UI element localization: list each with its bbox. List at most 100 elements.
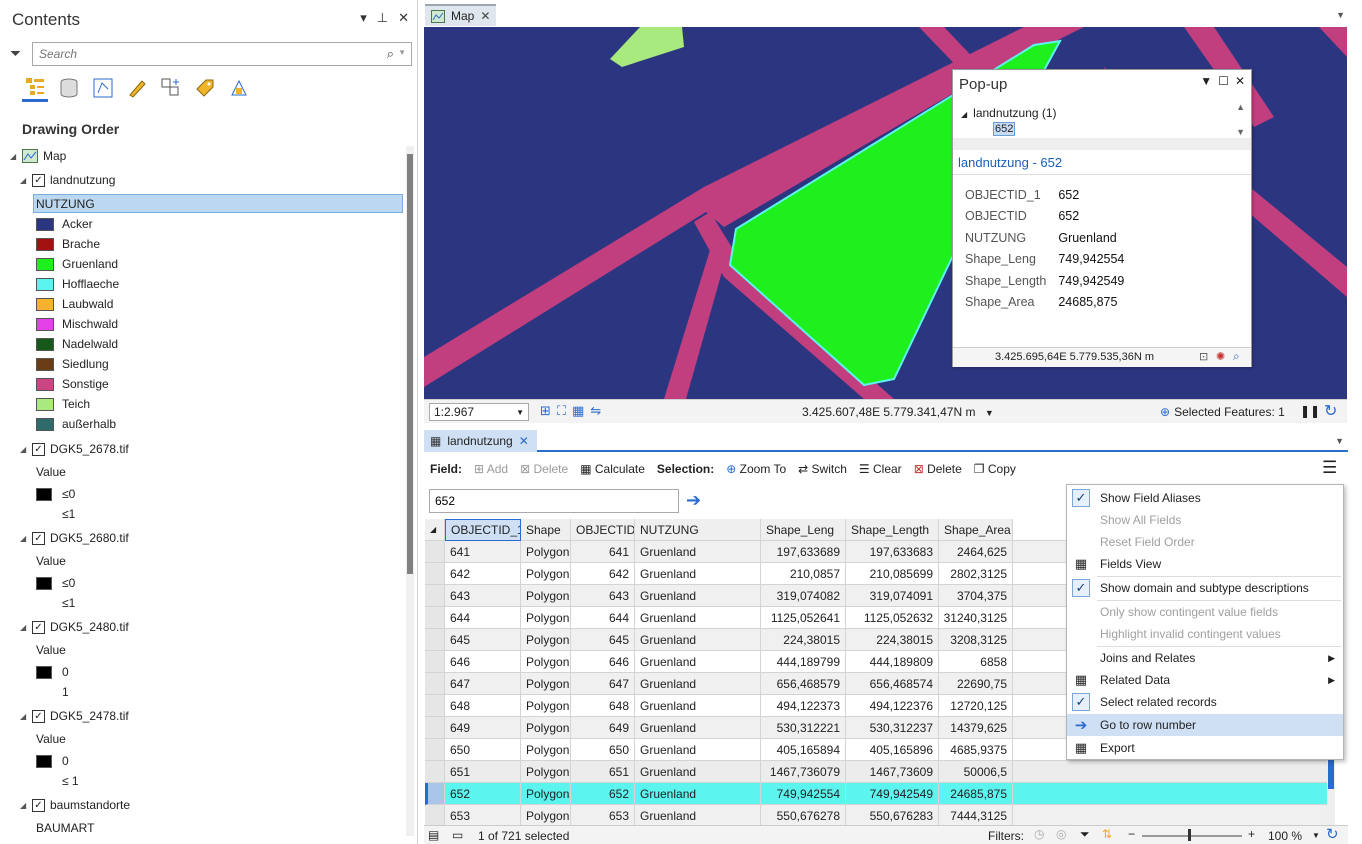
menu-show-field-aliases[interactable]: ✓ Show Field Aliases xyxy=(1067,487,1343,509)
layer-raster[interactable]: ◢ ✓ DGK5_2480.tif xyxy=(20,617,129,637)
table-cell[interactable]: 656,468579 xyxy=(761,673,846,695)
layer-raster[interactable]: ◢ ✓ DGK5_2678.tif xyxy=(20,439,129,459)
table-cell[interactable]: 4685,9375 xyxy=(939,739,1013,761)
zoom-slider[interactable] xyxy=(1142,835,1242,837)
table-cell[interactable]: 210,0857 xyxy=(761,563,846,585)
row-selector[interactable] xyxy=(425,673,445,695)
legend-item[interactable]: ≤0 xyxy=(36,573,75,593)
list-by-editing-icon[interactable] xyxy=(124,74,150,102)
select-all-cell[interactable]: ◢ xyxy=(425,519,445,541)
close-icon[interactable]: ✕ xyxy=(398,10,409,26)
map-node[interactable]: ◢ Map xyxy=(10,146,66,166)
calculate-button[interactable]: ▦ Calculate xyxy=(580,462,645,476)
table-cell[interactable]: 749,942549 xyxy=(846,783,939,805)
layer-baumstandorte[interactable]: ◢ ✓ baumstandorte xyxy=(20,795,130,815)
table-cell[interactable]: Polygon xyxy=(521,607,571,629)
row-selector[interactable] xyxy=(425,739,445,761)
flash-icon[interactable]: ✺ xyxy=(1216,350,1225,363)
zoom-in-icon[interactable]: + xyxy=(1248,827,1255,841)
legend-item[interactable]: außerhalb xyxy=(36,414,116,434)
table-cell[interactable]: Polygon xyxy=(521,717,571,739)
legend-item[interactable]: ≤1 xyxy=(62,504,75,524)
switch-button[interactable]: ⇄ Switch xyxy=(798,462,847,476)
menu-highlight-invalid-contingent[interactable]: Highlight invalid contingent values xyxy=(1067,623,1343,645)
table-cell[interactable]: Gruenland xyxy=(635,695,761,717)
table-cell[interactable]: 530,312221 xyxy=(761,717,846,739)
table-cell[interactable]: 22690,75 xyxy=(939,673,1013,695)
collapse-icon[interactable]: ◢ xyxy=(20,801,32,810)
go-arrow-icon[interactable]: ➔ xyxy=(686,490,701,511)
chevron-down-icon[interactable]: ▼ xyxy=(985,408,994,418)
table-scrollbar[interactable] xyxy=(1327,759,1335,825)
scrollbar-thumb[interactable] xyxy=(1328,759,1334,789)
legend-item[interactable]: Gruenland xyxy=(36,254,118,274)
chevron-down-icon[interactable]: ▼ xyxy=(398,48,406,57)
legend-item[interactable]: ≤1 xyxy=(62,593,75,613)
legend-item[interactable]: Brache xyxy=(36,234,100,254)
column-header[interactable]: Shape_Length xyxy=(846,519,939,541)
table-cell[interactable]: 647 xyxy=(445,673,521,695)
table-cell[interactable]: 641 xyxy=(571,541,635,563)
row-selector[interactable] xyxy=(425,607,445,629)
column-header[interactable]: Shape xyxy=(521,519,571,541)
menu-fields-view[interactable]: ▦ Fields View xyxy=(1067,553,1343,575)
table-cell[interactable]: 224,38015 xyxy=(761,629,846,651)
collapse-icon[interactable]: ◢ xyxy=(20,445,32,454)
table-cell[interactable]: 3208,3125 xyxy=(939,629,1013,651)
row-selector[interactable] xyxy=(425,783,445,805)
table-cell[interactable]: Polygon xyxy=(521,541,571,563)
table-cell[interactable]: Gruenland xyxy=(635,761,761,783)
menu-show-domain-descriptions[interactable]: ✓ Show domain and subtype descriptions xyxy=(1067,577,1343,599)
legend-item[interactable]: Laubwald xyxy=(36,294,113,314)
table-cell[interactable]: 643 xyxy=(571,585,635,607)
table-cell[interactable]: Polygon xyxy=(521,783,571,805)
table-cell[interactable]: Gruenland xyxy=(635,805,761,825)
column-header[interactable]: NUTZUNG xyxy=(635,519,761,541)
table-cell[interactable]: Gruenland xyxy=(635,629,761,651)
field-nutzung-heading[interactable]: NUTZUNG xyxy=(33,194,403,213)
table-cell[interactable]: 24685,875 xyxy=(939,783,1013,805)
menu-export[interactable]: ▦ Export xyxy=(1067,737,1343,759)
list-by-perspective-icon[interactable] xyxy=(226,74,252,102)
table-cell[interactable]: Polygon xyxy=(521,673,571,695)
table-cell[interactable]: 50006,5 xyxy=(939,761,1013,783)
tab-landnutzung-table[interactable]: ▦ landnutzung ✕ xyxy=(424,430,537,452)
table-cell[interactable]: 550,676278 xyxy=(761,805,846,825)
legend-item[interactable]: ≤0 xyxy=(36,484,75,504)
table-cell[interactable]: 31240,3125 xyxy=(939,607,1013,629)
table-cell[interactable]: 651 xyxy=(571,761,635,783)
table-cell[interactable]: 2802,3125 xyxy=(939,563,1013,585)
row-selector[interactable] xyxy=(425,563,445,585)
pin-icon[interactable]: ⊥ xyxy=(377,10,388,26)
table-cell[interactable]: Gruenland xyxy=(635,651,761,673)
search-icon[interactable]: ⌕ xyxy=(387,46,394,62)
table-cell[interactable]: 2464,625 xyxy=(939,541,1013,563)
zoom-to-button[interactable]: ⊕ Zoom To xyxy=(726,462,786,476)
legend-item[interactable]: Mischwald xyxy=(36,314,118,334)
menu-joins-and-relates[interactable]: Joins and Relates ▶ xyxy=(1067,647,1343,669)
table-cell[interactable]: 641 xyxy=(445,541,521,563)
table-cell[interactable]: Gruenland xyxy=(635,673,761,695)
table-cell[interactable]: 650 xyxy=(571,739,635,761)
tab-map[interactable]: Map ✕ xyxy=(425,4,497,26)
legend-item[interactable]: Nadelwald xyxy=(36,334,118,354)
row-selector[interactable] xyxy=(425,651,445,673)
table-row[interactable]: 652 Polygon 652 Gruenland 749,942554 749,9425… xyxy=(425,783,1335,805)
menu-show-all-fields[interactable]: Show All Fields xyxy=(1067,509,1343,531)
table-cell[interactable]: 648 xyxy=(445,695,521,717)
table-cell[interactable]: 643 xyxy=(445,585,521,607)
column-header[interactable]: OBJECTID xyxy=(571,519,635,541)
legend-item[interactable]: 1 xyxy=(62,682,69,702)
layer-landnutzung[interactable]: ◢ ✓ landnutzung xyxy=(20,170,115,190)
table-cell[interactable]: Gruenland xyxy=(635,607,761,629)
row-selector[interactable] xyxy=(425,805,445,825)
menu-go-to-row-number[interactable]: ➔ Go to row number xyxy=(1067,714,1343,736)
table-cell[interactable]: 651 xyxy=(445,761,521,783)
time-filter-icon[interactable]: ◷ xyxy=(1034,827,1044,841)
legend-item[interactable]: 0 xyxy=(36,662,69,682)
popup-splitter[interactable] xyxy=(953,138,1251,150)
table-cell[interactable]: 1467,73609 xyxy=(846,761,939,783)
list-by-labeling-icon[interactable] xyxy=(192,74,218,102)
list-by-drawing-order-icon[interactable] xyxy=(22,74,48,102)
table-cell[interactable]: 6858 xyxy=(939,651,1013,673)
